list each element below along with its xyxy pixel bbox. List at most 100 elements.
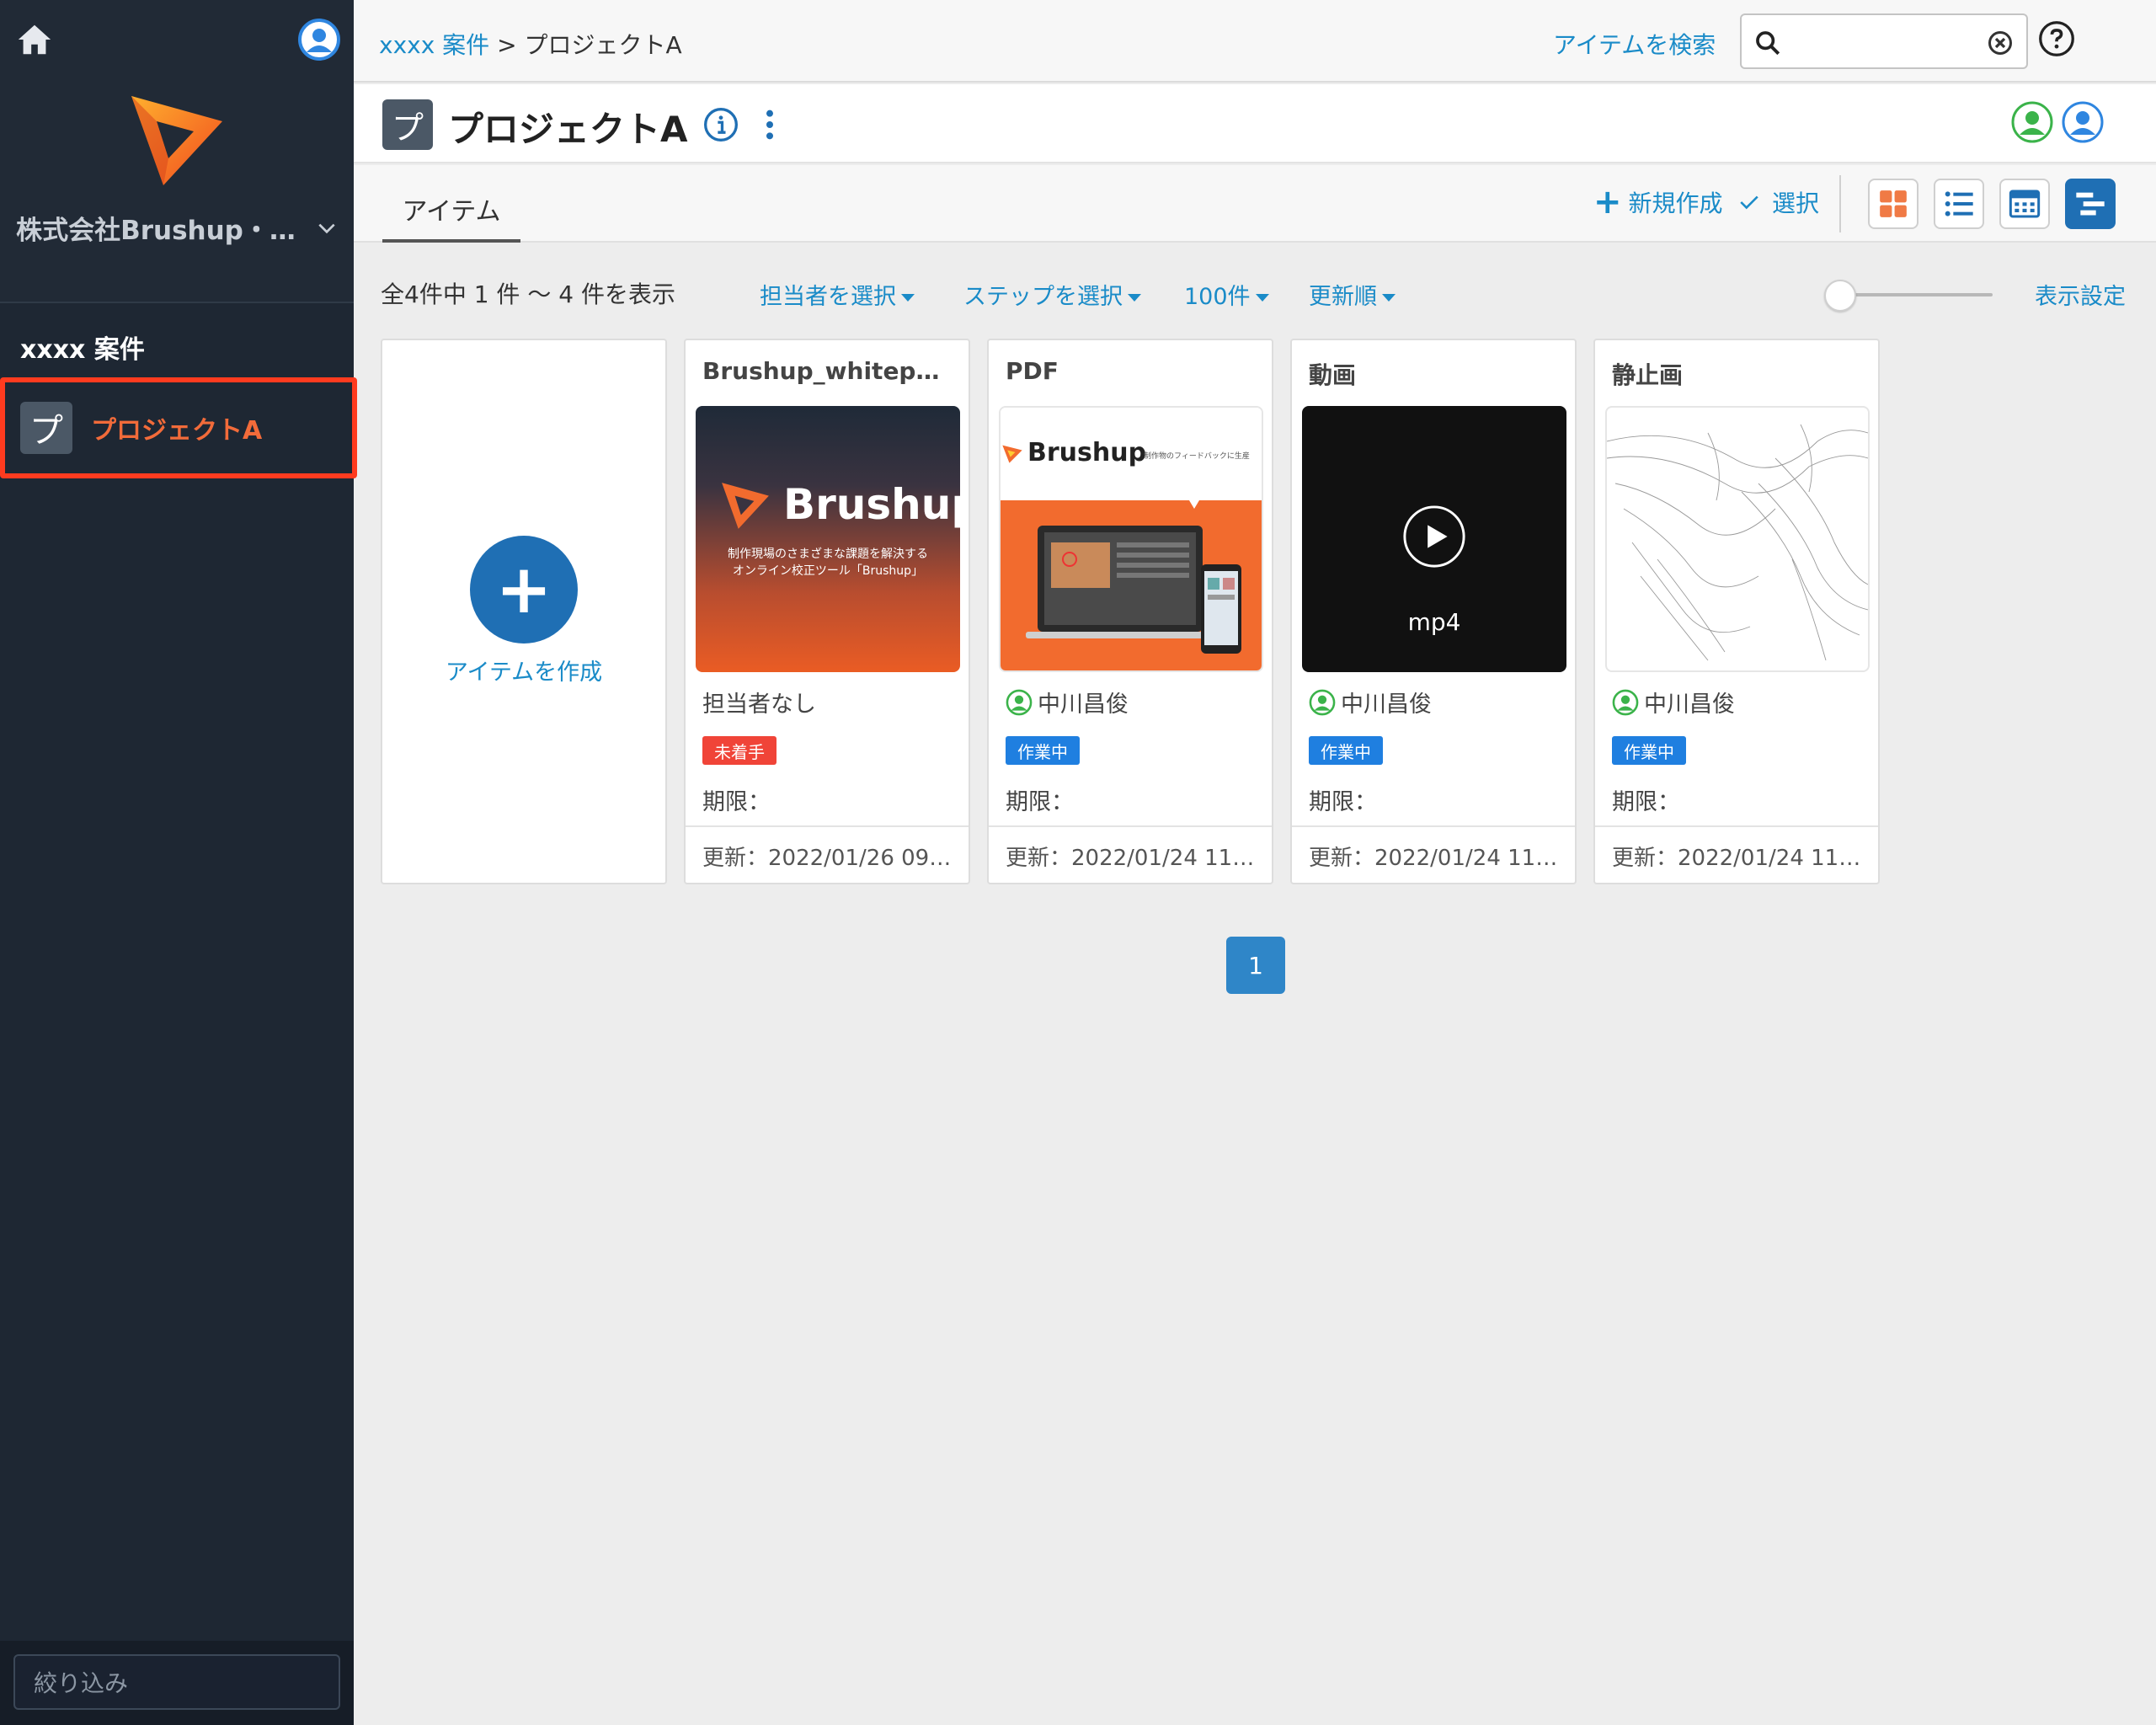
item-card[interactable]: 静止画 中川昌俊 作業中 期限： 更新：2022/01/24 11:… [1593, 339, 1880, 884]
search-icon [1756, 31, 1780, 56]
slider-handle[interactable] [1824, 280, 1856, 312]
company-switcher[interactable]: 株式会社Brushup・… [0, 209, 354, 247]
calendar-view-icon [2009, 190, 2041, 218]
home-icon[interactable] [15, 20, 54, 59]
tab-items[interactable]: アイテム [382, 190, 520, 243]
top-header: xxxx 案件 > プロジェクトA アイテムを検索 [354, 0, 2156, 83]
select-button[interactable]: 選択 [1738, 185, 1819, 219]
thumbnail-brand: Brushup [719, 478, 960, 531]
new-item-button[interactable]: + 新規作成 [1593, 185, 1723, 219]
thumbnail-size-slider[interactable] [1841, 293, 1993, 296]
thumbnail-caption-line: 制作現場のさまざまな課題を解決する [728, 547, 928, 561]
search-label[interactable]: アイテムを検索 [1553, 27, 1716, 61]
status-badge: 作業中 [1006, 736, 1080, 765]
check-icon [1740, 195, 1758, 210]
item-updated: 更新：2022/01/24 11:… [1309, 846, 1561, 871]
item-footer: 更新：2022/01/24 11:… [1595, 825, 1878, 883]
list-view-button[interactable] [1934, 179, 1984, 229]
assignee-name: 担当者なし [702, 692, 816, 718]
grid-view-button[interactable] [1868, 179, 1919, 229]
caret-down-icon [1255, 294, 1269, 302]
user-avatar-icon [1309, 689, 1336, 715]
line-drawing-illustration [1607, 424, 1868, 661]
search-input[interactable] [1740, 13, 2028, 69]
brushup-logo [722, 483, 769, 529]
per-page-label: 100件 [1184, 284, 1251, 310]
status-badge: 未着手 [702, 736, 776, 765]
project-icon: プ [382, 99, 433, 150]
gantt-view-button[interactable] [2065, 179, 2116, 229]
item-title[interactable]: PDF [1006, 357, 1258, 385]
breadcrumb-current: プロジェクトA [524, 31, 682, 59]
item-card[interactable]: PDF Brushup 制作物のフィードバックに生産 中川昌俊 作業中 期限： … [987, 339, 1273, 884]
tab-bar: アイテム + 新規作成 選択 [354, 165, 2156, 243]
sort-label: 更新順 [1309, 284, 1377, 310]
play-icon[interactable] [1401, 504, 1467, 569]
breadcrumb-link-case[interactable]: xxxx 案件 [379, 31, 489, 59]
display-settings-link[interactable]: 表示設定 [2035, 278, 2126, 311]
assignee-name: 中川昌俊 [1644, 692, 1735, 718]
user-avatar-icon[interactable] [298, 19, 340, 61]
create-item-label[interactable]: アイテムを作成 [382, 654, 665, 686]
item-deadline: 期限： [1612, 789, 1680, 815]
chevron-down-icon [318, 223, 335, 233]
more-vertical-icon[interactable] [761, 108, 778, 142]
sidebar-section-title: xxxx 案件 [20, 335, 145, 365]
project-icon: プ [20, 402, 72, 454]
item-card[interactable]: Brushup_whitepap… Brushup 制作現場のさまざまな課題を解… [684, 339, 970, 884]
member-avatar-icon[interactable] [2011, 101, 2053, 143]
item-thumbnail[interactable] [1605, 406, 1870, 672]
item-title[interactable]: 動画 [1309, 357, 1561, 391]
calendar-view-button[interactable] [1999, 179, 2050, 229]
sort-select[interactable]: 更新順 [1309, 278, 1396, 311]
item-deadline: 期限： [1309, 789, 1377, 815]
member-avatar-icon[interactable] [2062, 101, 2104, 143]
assignee-name: 中川昌俊 [1341, 692, 1432, 718]
item-deadline: 期限： [1006, 789, 1074, 815]
sidebar-filter-input[interactable]: 絞り込み [13, 1654, 340, 1710]
step-filter[interactable]: ステップを選択 [963, 278, 1141, 311]
list-view-icon [1945, 191, 1973, 216]
select-label: 選択 [1772, 190, 1820, 217]
brushup-logo [131, 96, 222, 185]
per-page-select[interactable]: 100件 [1184, 278, 1269, 311]
clear-icon[interactable] [1988, 30, 2013, 56]
sidebar-item-project-a[interactable]: プ プロジェクトA [3, 381, 357, 475]
plus-icon[interactable]: + [470, 536, 578, 644]
item-footer: 更新：2022/01/24 11:… [989, 825, 1272, 883]
pagination-page-button[interactable]: 1 [1226, 937, 1285, 994]
help-icon[interactable] [2038, 20, 2075, 57]
breadcrumb: xxxx 案件 > プロジェクトA [379, 27, 682, 61]
sidebar-footer: 絞り込み [0, 1641, 354, 1725]
project-title-bar: プ プロジェクトA [354, 84, 2156, 163]
brushup-logo [1002, 445, 1022, 463]
assignee-filter[interactable]: 担当者を選択 [760, 278, 915, 311]
item-card[interactable]: 動画 mp4 中川昌俊 作業中 期限： 更新：2022/01/24 11:… [1290, 339, 1577, 884]
new-item-label: 新規作成 [1628, 190, 1723, 217]
assignee-filter-label: 担当者を選択 [760, 284, 896, 310]
item-title[interactable]: 静止画 [1612, 357, 1865, 391]
filter-row: 全4件中 1 件 〜 4 件を表示 担当者を選択 ステップを選択 100件 更新… [354, 253, 2156, 334]
result-count: 全4件中 1 件 〜 4 件を表示 [381, 280, 675, 308]
item-updated: 更新：2022/01/24 11:… [1612, 846, 1865, 871]
company-name: 株式会社Brushup・… [16, 216, 296, 246]
item-updated: 更新：2022/01/24 11:… [1006, 846, 1258, 871]
thumbnail-tagline: 制作物のフィードバックに生産 [1144, 452, 1250, 461]
thumbnail-brand-text: Brushup [1027, 438, 1147, 467]
item-assignee: 中川昌俊 [1309, 686, 1432, 718]
assignee-name: 中川昌俊 [1038, 692, 1129, 718]
caret-down-icon [901, 294, 915, 302]
status-badge: 作業中 [1309, 736, 1383, 765]
info-icon[interactable] [702, 106, 739, 143]
item-assignee: 中川昌俊 [1006, 686, 1129, 718]
item-thumbnail[interactable]: mp4 [1302, 406, 1566, 672]
step-filter-label: ステップを選択 [963, 284, 1123, 310]
item-thumbnail[interactable]: Brushup 制作現場のさまざまな課題を解決する オンライン校正ツール「Bru… [696, 406, 960, 672]
item-title[interactable]: Brushup_whitepap… [702, 357, 955, 385]
item-footer: 更新：2022/01/24 11:… [1292, 825, 1575, 883]
create-item-card[interactable]: + アイテムを作成 [381, 339, 667, 884]
item-thumbnail[interactable]: Brushup 制作物のフィードバックに生産 [999, 406, 1263, 672]
sidebar-header: 株式会社Brushup・… [0, 0, 354, 303]
item-updated: 更新：2022/01/26 09:… [702, 846, 955, 871]
breadcrumb-separator: > [497, 31, 517, 59]
